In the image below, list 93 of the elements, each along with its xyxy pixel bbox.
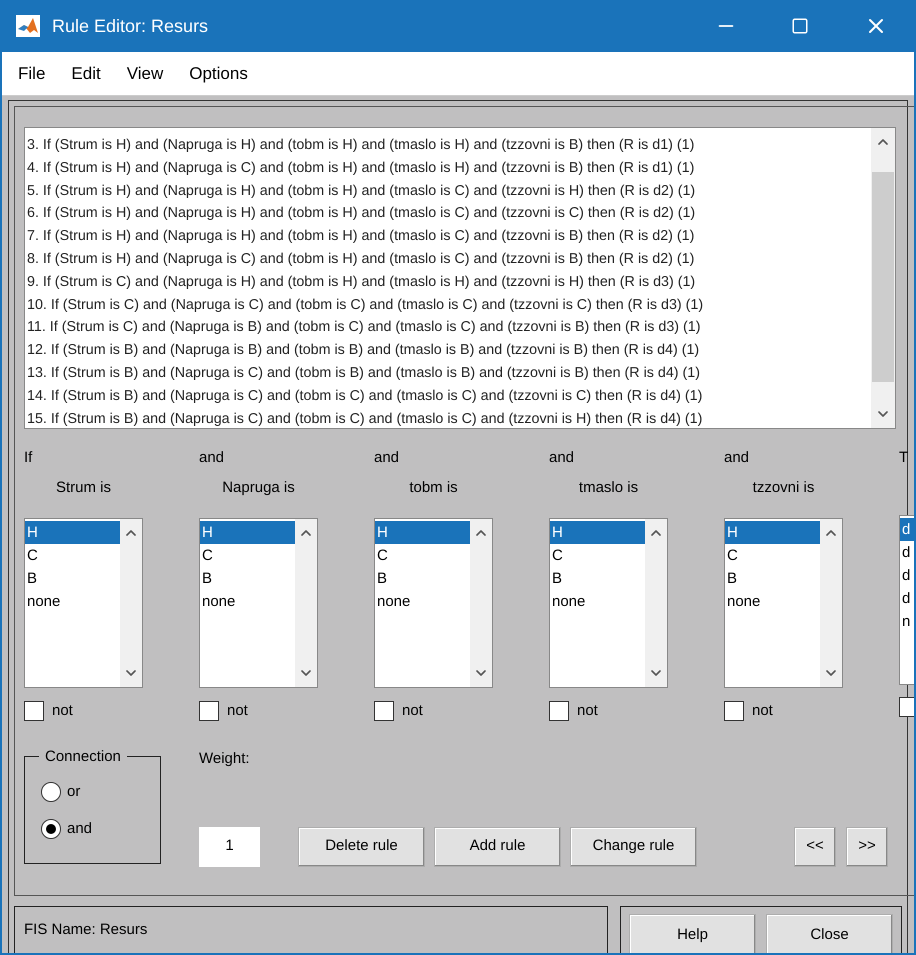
list-box[interactable]: H C B none bbox=[724, 518, 843, 688]
list-box[interactable]: H C B none bbox=[24, 518, 143, 688]
list-option[interactable]: d bbox=[900, 564, 914, 587]
list-option[interactable]: B bbox=[550, 566, 645, 590]
rule-button[interactable]: Delete rule bbox=[298, 826, 425, 866]
radio-label: and bbox=[67, 818, 92, 838]
footer-button[interactable]: Help bbox=[629, 914, 756, 953]
checkbox-label: not bbox=[402, 700, 423, 720]
weight-field[interactable]: 1 bbox=[199, 826, 260, 866]
radio-label: or bbox=[67, 782, 80, 802]
connector-label: and bbox=[724, 448, 750, 467]
window-title: Rule Editor: Resurs bbox=[52, 14, 210, 38]
variable-label: Napruga is bbox=[222, 478, 295, 498]
list-option[interactable]: none bbox=[200, 590, 295, 612]
checkbox-label: not bbox=[577, 700, 598, 720]
checkbox[interactable] bbox=[899, 697, 914, 717]
list-option[interactable]: H bbox=[725, 520, 820, 544]
list-option[interactable]: B bbox=[375, 566, 470, 590]
rule-row[interactable]: 6. If (Strum is H) and (Napruga is H) and (tobm is H) and (tmaslo is C) and (tzzovni is C) then (R is d2) (1) bbox=[27, 202, 871, 226]
list-option[interactable]: none bbox=[725, 590, 820, 612]
list-option[interactable]: C bbox=[550, 544, 645, 566]
list-option[interactable]: d bbox=[900, 587, 914, 610]
scrollbar[interactable] bbox=[820, 518, 842, 686]
list-box[interactable]: d d d d n bbox=[899, 515, 914, 685]
checkbox[interactable] bbox=[724, 700, 744, 721]
scrollbar[interactable] bbox=[871, 128, 895, 428]
scrollbar[interactable] bbox=[120, 518, 142, 686]
rule-row[interactable]: 14. If (Strum is B) and (Napruga is C) and (tobm is C) and (tmaslo is C) and (tzzovni is C) then (R is d4) (1) bbox=[27, 384, 871, 408]
weight-label: Weight: bbox=[199, 749, 250, 769]
connector-label: If bbox=[24, 448, 32, 467]
list-option[interactable]: H bbox=[200, 520, 295, 544]
scroll-thumb[interactable] bbox=[872, 172, 894, 382]
rule-row[interactable]: 13. If (Strum is B) and (Napruga is C) and (tobm is B) and (tmaslo is B) and (tzzovni is B) then (R is d4) (1) bbox=[27, 362, 871, 385]
scrollbar[interactable] bbox=[295, 518, 317, 686]
menu-item[interactable]: Edit bbox=[71, 60, 101, 86]
list-option[interactable]: none bbox=[25, 590, 120, 612]
list-box[interactable]: H C B none bbox=[199, 518, 318, 688]
list-option[interactable]: C bbox=[25, 544, 120, 566]
nav-button[interactable]: << bbox=[794, 826, 836, 866]
rule-row[interactable]: 7. If (Strum is H) and (Napruga is H) and (tobm is H) and (tmaslo is C) and (tzzovni is B) then (R is d2) (1) bbox=[27, 225, 871, 248]
checkbox[interactable] bbox=[374, 700, 394, 721]
list-option[interactable]: B bbox=[725, 566, 820, 590]
list-option[interactable]: C bbox=[375, 544, 470, 566]
menu-item[interactable]: View bbox=[126, 60, 164, 86]
list-option[interactable]: C bbox=[200, 544, 295, 566]
rules-list[interactable] bbox=[24, 127, 896, 429]
rule-row[interactable]: 5. If (Strum is H) and (Napruga is H) and (tobm is H) and (tmaslo is C) and (tzzovni is H) then (R is d2) (1) bbox=[27, 180, 871, 202]
menu-item[interactable]: Options bbox=[189, 60, 248, 86]
radio-button[interactable] bbox=[41, 818, 61, 839]
checkbox[interactable] bbox=[24, 700, 44, 721]
rule-row[interactable]: 10. If (Strum is C) and (Napruga is C) and (tobm is C) and (tmaslo is C) and (tzzovni is C) then (R is d3) (1) bbox=[27, 294, 871, 316]
rule-button[interactable]: Add rule bbox=[434, 826, 561, 866]
list-option[interactable]: H bbox=[550, 520, 645, 544]
list-option[interactable]: none bbox=[375, 590, 470, 612]
scrollbar[interactable] bbox=[470, 518, 492, 686]
app-logo-icon bbox=[16, 15, 40, 37]
variable-label: tzzovni is bbox=[752, 478, 814, 498]
checkbox-label: not bbox=[52, 700, 73, 720]
variable-label: tmaslo is bbox=[578, 478, 638, 498]
list-option[interactable]: n bbox=[900, 610, 914, 633]
checkbox-label: not bbox=[227, 700, 248, 720]
rule-row[interactable]: 3. If (Strum is H) and (Napruga is H) and (tobm is H) and (tmaslo is H) and (tzzovni is B) then (R is d1) (1) bbox=[27, 134, 871, 157]
rule-row[interactable]: 11. If (Strum is C) and (Napruga is B) and (tobm is C) and (tmaslo is C) and (tzzovni is B) then (R is d3) (1) bbox=[27, 316, 871, 340]
nav-button[interactable]: >> bbox=[846, 826, 888, 866]
scrollbar[interactable] bbox=[645, 518, 667, 686]
fis-name-text: FIS Name: Resurs bbox=[24, 921, 148, 938]
connector-label: and bbox=[199, 448, 224, 467]
rule-row[interactable]: 12. If (Strum is B) and (Napruga is B) and (tobm is B) and (tmaslo is B) and (tzzovni is B) then (R is d4) (1) bbox=[27, 339, 871, 362]
radio-button[interactable] bbox=[41, 782, 61, 802]
connector-label: and bbox=[374, 448, 400, 467]
connector-label: and bbox=[549, 448, 574, 467]
variable-label: tobm is bbox=[409, 478, 458, 498]
rule-row[interactable]: 9. If (Strum is C) and (Napruga is H) and (tobm is H) and (tmaslo is H) and (tzzovni is H) then (R is d3) (1) bbox=[27, 270, 871, 294]
rule-row[interactable]: 15. If (Strum is B) and (Napruga is C) and (tobm is C) and (tmaslo is C) and (tzzovni is H) then (R is d4) (1) bbox=[27, 408, 871, 428]
menu-item[interactable]: File bbox=[18, 60, 46, 86]
footer-button[interactable]: Close bbox=[766, 914, 893, 953]
list-option[interactable]: d bbox=[900, 541, 914, 564]
list-option[interactable]: B bbox=[25, 566, 120, 590]
checkbox[interactable] bbox=[549, 700, 569, 721]
list-option[interactable]: d bbox=[900, 518, 914, 541]
rule-row[interactable]: 8. If (Strum is H) and (Napruga is C) and (tobm is H) and (tmaslo is C) and (tzzovni is B) then (R is d2) (1) bbox=[27, 248, 871, 271]
list-option[interactable]: B bbox=[200, 566, 295, 590]
list-option[interactable]: H bbox=[375, 520, 470, 544]
list-option[interactable]: C bbox=[725, 544, 820, 566]
checkbox-label: not bbox=[752, 700, 773, 720]
list-option[interactable]: none bbox=[550, 590, 645, 612]
rule-button[interactable]: Change rule bbox=[570, 826, 697, 866]
list-box[interactable]: H C B none bbox=[549, 518, 668, 688]
checkbox[interactable] bbox=[199, 700, 219, 721]
rule-row[interactable]: 4. If (Strum is H) and (Napruga is C) and (tobm is H) and (tmaslo is H) and (tzzovni is B) then (R is d1) (1) bbox=[27, 156, 871, 180]
list-box[interactable]: H C B none bbox=[374, 518, 493, 688]
variable-label: Strum is bbox=[56, 478, 111, 498]
list-option[interactable]: H bbox=[25, 520, 120, 544]
